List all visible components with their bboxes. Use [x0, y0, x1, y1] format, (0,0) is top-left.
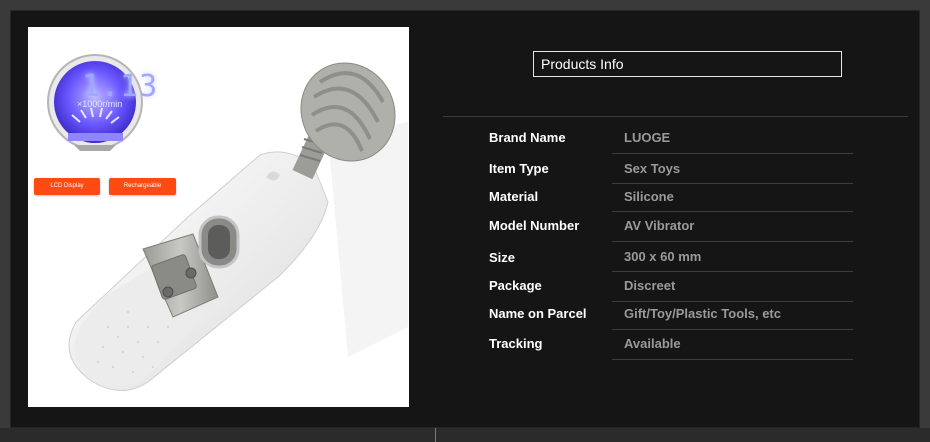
lcd-display-badge: LCD Display [34, 178, 100, 195]
spec-label-material: Material [489, 189, 539, 204]
spec-value-package: Discreet [624, 278, 676, 293]
spec-row-divider [612, 241, 853, 242]
spec-value-item-type: Sex Toys [624, 161, 681, 176]
spec-row-divider [612, 183, 853, 184]
spec-label-model-number: Model Number [489, 218, 580, 233]
spec-row-divider [612, 153, 853, 154]
bottom-divider [435, 428, 436, 442]
spec-row-divider [612, 271, 853, 272]
spec-value-name-on-parcel: Gift/Toy/Plastic Tools, etc [624, 306, 781, 321]
header-divider [443, 116, 908, 117]
spec-row-divider [612, 329, 853, 330]
spec-label-item-type: Item Type [489, 161, 549, 176]
spec-value-tracking: Available [624, 336, 681, 351]
spec-row-divider [612, 301, 853, 302]
spec-label-brand-name: Brand Name [489, 130, 566, 145]
products-info-header: Products Info [533, 51, 842, 77]
bottom-strip [0, 428, 930, 442]
rechargeable-badge: Rechargeable [109, 178, 176, 195]
lcd-unit-label: ×1000r/min [77, 99, 123, 109]
spec-label-package: Package [489, 278, 542, 293]
spec-label-size: Size [489, 250, 516, 265]
spec-value-size: 300 x 60 mm [624, 249, 702, 264]
spec-value-material: Silicone [624, 189, 674, 204]
spec-value-model-number: AV Vibrator [624, 218, 695, 233]
spec-label-tracking: Tracking [489, 336, 543, 351]
spec-row-divider [612, 211, 853, 212]
spec-row-divider [612, 359, 853, 360]
product-image: 1.13 ×1000r/min LCD Display Rechargeable [28, 27, 409, 407]
spec-label-name-on-parcel: Name on Parcel [489, 306, 587, 321]
spec-value-brand-name: LUOGE [624, 130, 671, 145]
